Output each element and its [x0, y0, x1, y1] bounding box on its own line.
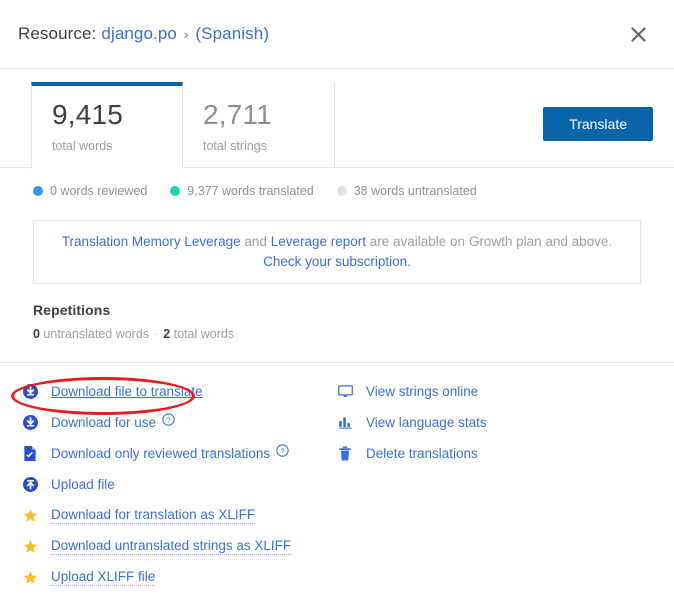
- repetitions-summary: 0 untranslated words·2 total words: [33, 327, 674, 341]
- action-delete-translations[interactable]: Delete translations: [338, 441, 658, 465]
- notice-text-and: and: [241, 234, 271, 249]
- action-link[interactable]: View strings online: [366, 384, 478, 399]
- breadcrumb-language-link[interactable]: (Spanish): [195, 24, 269, 44]
- actions-column-right: View strings online View language stats …: [338, 379, 658, 596]
- stat-label: total words: [52, 139, 182, 153]
- check-subscription-link[interactable]: Check your subscription.: [263, 254, 411, 269]
- legend-dot-reviewed: [33, 186, 43, 196]
- action-download-untranslated-strings-as-xliff[interactable]: Download untranslated strings as XLIFF: [23, 534, 338, 558]
- stat-label: total strings: [203, 139, 334, 153]
- word-status-legend: 0 words reviewed 9,377 words translated …: [0, 168, 674, 198]
- stat-card-total-strings[interactable]: 2,711 total strings: [183, 82, 335, 167]
- svg-text:?: ?: [280, 447, 284, 456]
- bar-chart-icon: [338, 415, 360, 430]
- close-icon[interactable]: [624, 20, 652, 48]
- star-icon: [23, 508, 45, 523]
- translate-button[interactable]: Translate: [543, 107, 653, 141]
- dialog-header: Resource: django.po › (Spanish): [0, 0, 674, 69]
- actions-area: Download file to translate Download for …: [0, 363, 674, 596]
- action-download-for-use[interactable]: Download for use ?: [23, 410, 338, 434]
- legend-dot-translated: [170, 186, 180, 196]
- breadcrumb-resource-link[interactable]: django.po: [101, 24, 177, 44]
- action-download-for-translation-as-xliff[interactable]: Download for translation as XLIFF: [23, 503, 338, 527]
- repetitions-untranslated-count: 0: [33, 327, 40, 341]
- action-link[interactable]: Download only reviewed translations: [51, 446, 270, 461]
- action-download-only-reviewed-translations[interactable]: Download only reviewed translations ?: [23, 441, 338, 465]
- notice-text-tail: are available on Growth plan and above.: [366, 234, 612, 249]
- stats-cards-row: 9,415 total words 2,711 total strings Tr…: [0, 82, 674, 168]
- action-download-file-to-translate[interactable]: Download file to translate: [23, 379, 338, 403]
- action-link[interactable]: Download for translation as XLIFF: [51, 507, 255, 524]
- stat-card-total-words[interactable]: 9,415 total words: [31, 82, 183, 169]
- translation-memory-leverage-link[interactable]: Translation Memory Leverage: [62, 234, 241, 249]
- legend-dot-untranslated: [337, 186, 347, 196]
- upload-circle-icon: [23, 477, 45, 492]
- action-link[interactable]: View language stats: [366, 415, 487, 430]
- download-circle-icon: [23, 384, 45, 399]
- svg-text:?: ?: [166, 416, 170, 425]
- star-icon: [23, 539, 45, 554]
- action-upload-file[interactable]: Upload file: [23, 472, 338, 496]
- legend-item-translated: 9,377 words translated: [170, 184, 313, 198]
- stat-value: 9,415: [52, 100, 182, 131]
- monitor-icon: [338, 384, 360, 399]
- leverage-report-link[interactable]: Leverage report: [271, 234, 366, 249]
- download-circle-icon: [23, 415, 45, 430]
- legend-item-reviewed: 0 words reviewed: [33, 184, 147, 198]
- legend-label-translated: 9,377 words translated: [187, 184, 313, 198]
- star-icon: [23, 570, 45, 585]
- upgrade-notice-box: Translation Memory Leverage and Leverage…: [33, 220, 641, 284]
- legend-label-untranslated: 38 words untranslated: [354, 184, 477, 198]
- repetitions-section: Repetitions 0 untranslated words·2 total…: [0, 284, 674, 341]
- help-icon[interactable]: ?: [276, 444, 289, 462]
- repetitions-dot-separator: ·: [154, 327, 158, 341]
- trash-icon: [338, 446, 360, 461]
- breadcrumb: Resource: django.po › (Spanish): [18, 24, 269, 44]
- legend-label-reviewed: 0 words reviewed: [50, 184, 147, 198]
- actions-column-left: Download file to translate Download for …: [23, 379, 338, 596]
- action-link[interactable]: Upload file: [51, 477, 115, 492]
- repetitions-total-label: total words: [170, 327, 234, 341]
- action-link[interactable]: Download untranslated strings as XLIFF: [51, 538, 291, 555]
- action-upload-xliff-file[interactable]: Upload XLIFF file: [23, 565, 338, 589]
- repetitions-untranslated-label: untranslated words: [40, 327, 149, 341]
- action-view-language-stats[interactable]: View language stats: [338, 410, 658, 434]
- help-icon[interactable]: ?: [162, 413, 175, 431]
- chevron-right-icon: ›: [184, 27, 188, 42]
- repetitions-title: Repetitions: [33, 302, 674, 318]
- action-link[interactable]: Delete translations: [366, 446, 478, 461]
- breadcrumb-label: Resource:: [18, 24, 96, 44]
- legend-item-untranslated: 38 words untranslated: [337, 184, 477, 198]
- action-link[interactable]: Download for use: [51, 415, 156, 430]
- action-link[interactable]: Upload XLIFF file: [51, 569, 155, 586]
- stat-value: 2,711: [203, 100, 334, 131]
- document-check-icon: [23, 446, 45, 461]
- action-view-strings-online[interactable]: View strings online: [338, 379, 658, 403]
- action-link[interactable]: Download file to translate: [51, 384, 203, 399]
